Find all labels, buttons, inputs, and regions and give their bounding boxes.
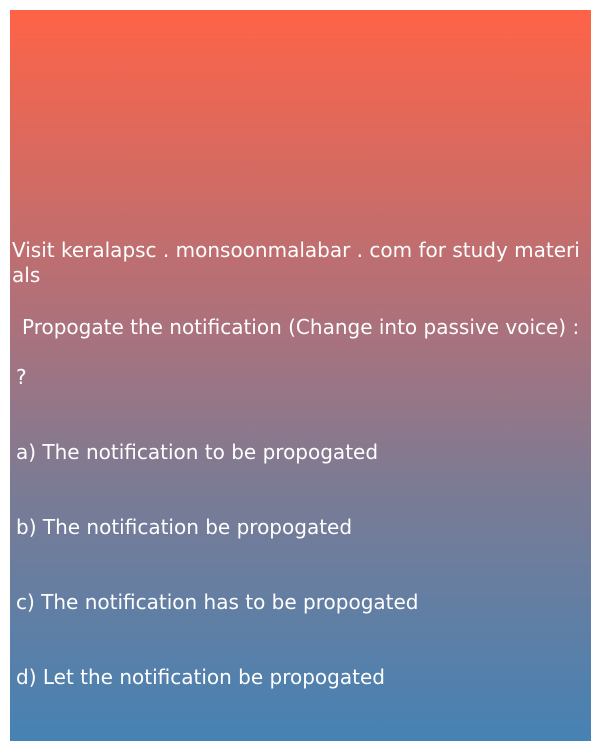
question-mark: ? [16, 365, 27, 389]
option-c: c) The notification has to be propogated [16, 590, 419, 614]
question-text: Propogate the notification (Change into … [22, 315, 580, 339]
option-d: d) Let the notification be propogated [16, 665, 385, 689]
option-b: b) The notification be propogated [16, 515, 353, 539]
promo-text: Visit keralapsc . monsoonmalabar . com f… [12, 238, 580, 287]
option-a: a) The notification to be propogated [16, 440, 379, 464]
options-list: a) The notification to be propogated b) … [16, 390, 418, 740]
question-card: Visit keralapsc . monsoonmalabar . com f… [10, 10, 591, 741]
